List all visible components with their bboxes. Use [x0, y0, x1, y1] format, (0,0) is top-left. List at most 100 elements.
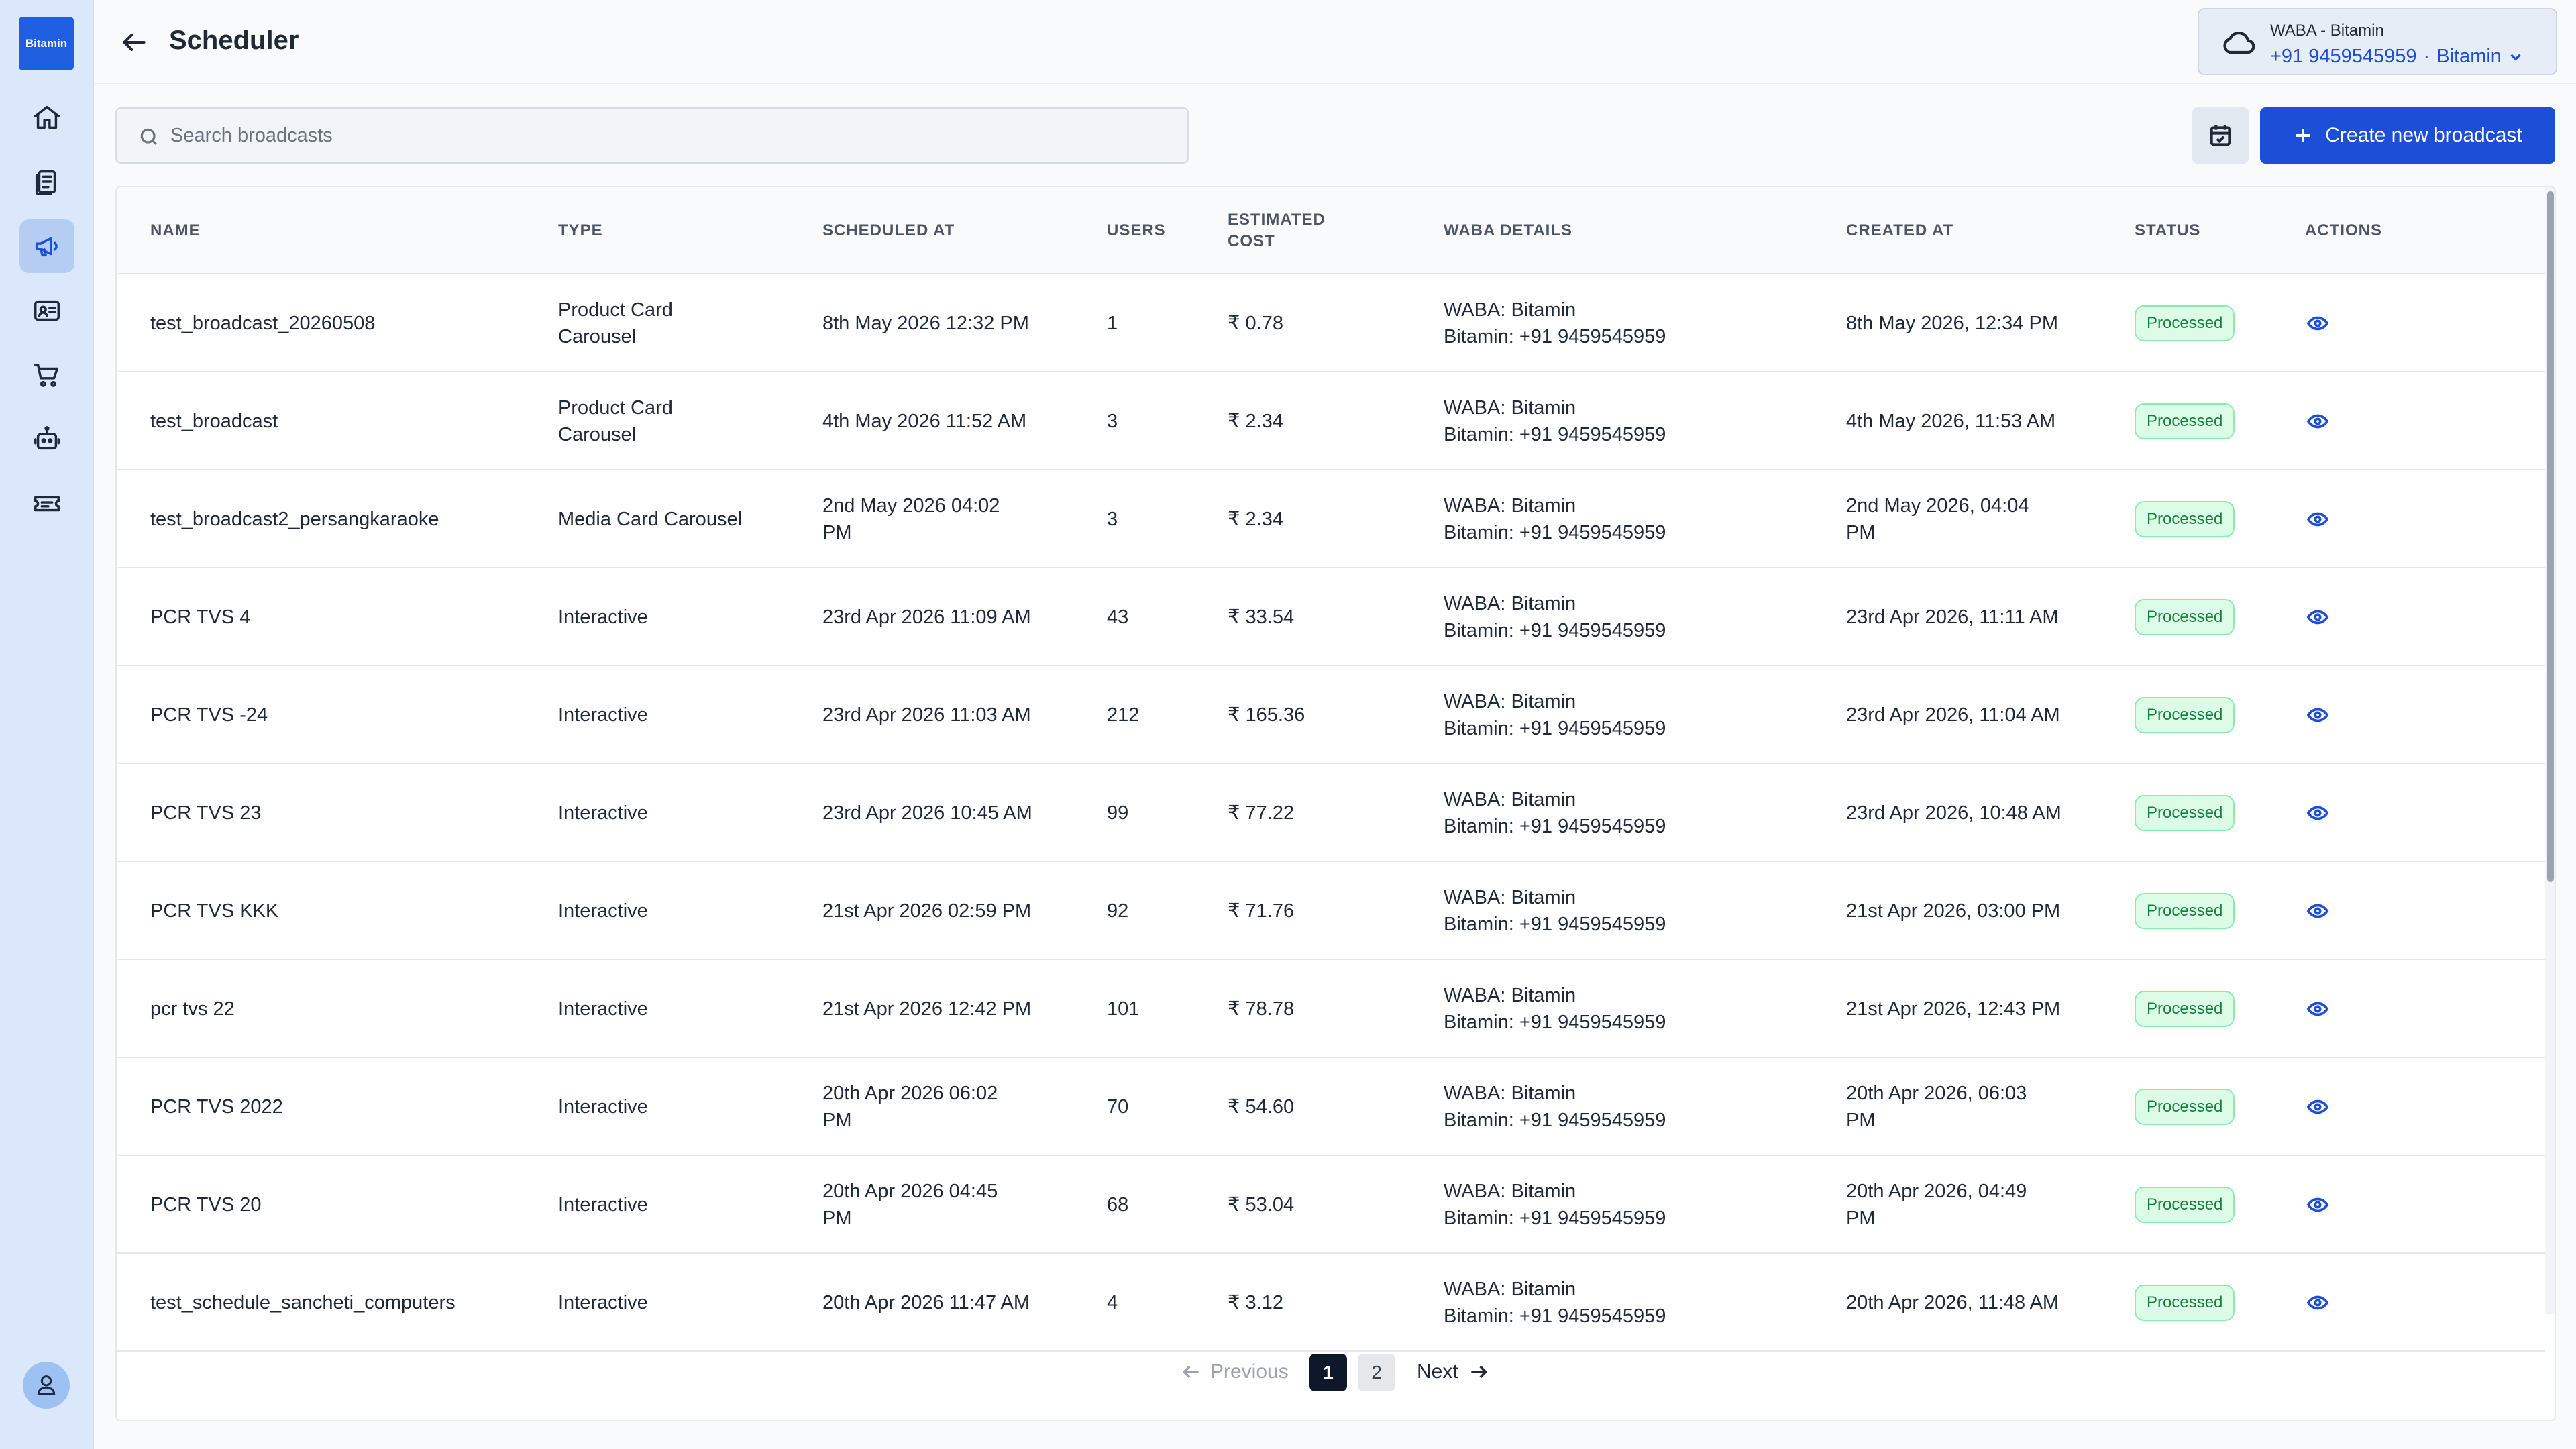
view-button[interactable]: [2306, 568, 2329, 666]
cell-waba-text: WABA: Bitamin: [1444, 396, 1576, 419]
view-button[interactable]: [2306, 274, 2329, 372]
table-row[interactable]: PCR TVS KKK Interactive 21st Apr 2026 02:5…: [117, 862, 2545, 960]
cell-scheduled-text: 23rd Apr 2026 11:09 AM: [822, 606, 1031, 628]
create-broadcast-button[interactable]: Create new broadcast: [2260, 107, 2555, 164]
cell-cost-content: ₹ 54.60: [1228, 1093, 1294, 1120]
cell-users: 212: [1107, 666, 1139, 764]
next-page-button[interactable]: Next: [1417, 1348, 1489, 1395]
page-button-2[interactable]: 2: [1358, 1354, 1395, 1391]
table-row[interactable]: test_broadcast2_persangkaraoke Media Card…: [117, 470, 2545, 568]
view-button[interactable]: [2306, 960, 2329, 1058]
plus-icon: [2296, 129, 2310, 142]
status-badge: Processed: [2135, 697, 2235, 733]
cell-name-content: PCR TVS 2022: [150, 1093, 283, 1120]
view-button[interactable]: [2306, 862, 2329, 960]
column-header-name[interactable]: NAME: [150, 187, 201, 274]
cell-users-content: 3: [1107, 408, 1118, 435]
cell-scheduled-content: 8th May 2026 12:32 PM: [822, 310, 1029, 337]
cell-type: Interactive: [558, 1058, 648, 1156]
sidebar-item-contacts[interactable]: [19, 284, 74, 337]
cell-type-text: Product Card: [558, 299, 673, 321]
waba-account-selector[interactable]: WABA - Bitamin +91 9459545959 · Bitamin: [2198, 8, 2557, 75]
chevron-down-icon[interactable]: [2507, 48, 2524, 66]
sidebar-item-home[interactable]: [19, 91, 74, 144]
cell-waba-text: Bitamin: +91 9459545959: [1444, 914, 1666, 935]
bot-icon: [34, 426, 60, 450]
sidebar-item-tickets[interactable]: [19, 477, 74, 531]
cell-type-text: Interactive: [558, 1095, 648, 1118]
cell-cost-content: ₹ 165.36: [1228, 702, 1305, 729]
broadcasts-table: NAME TYPE SCHEDULED AT USERS ESTIMATED C…: [115, 186, 2556, 1421]
cell-name-content: PCR TVS 23: [150, 800, 261, 826]
previous-page-button[interactable]: Previous: [1181, 1348, 1289, 1395]
cell-waba-text: WABA: Bitamin: [1444, 1180, 1576, 1202]
cell-scheduled: 20th Apr 2026 04:45 PM: [822, 1156, 998, 1254]
view-button[interactable]: [2306, 1254, 2329, 1352]
cell-type-text: Product Card: [558, 396, 673, 419]
app-logo[interactable]: Bitamin: [19, 17, 74, 70]
cell-status: Processed: [2135, 470, 2235, 568]
column-header-users[interactable]: USERS: [1107, 187, 1166, 274]
view-button[interactable]: [2306, 1058, 2329, 1156]
view-button[interactable]: [2306, 666, 2329, 764]
cell-scheduled: 23rd Apr 2026 11:09 AM: [822, 568, 1031, 666]
view-button[interactable]: [2306, 470, 2329, 568]
cell-status: Processed: [2135, 372, 2235, 470]
cell-cost-text: ₹ 71.76: [1228, 900, 1295, 922]
sidebar-item-bots[interactable]: [19, 413, 74, 466]
cell-name-text: PCR TVS 20: [150, 1193, 262, 1216]
search-icon: [140, 128, 157, 145]
sidebar-item-commerce[interactable]: [19, 348, 74, 402]
cell-scheduled-text: 20th Apr 2026 06:02: [822, 1082, 998, 1104]
cell-scheduled-content: 21st Apr 2026 12:42 PM: [822, 996, 1031, 1022]
view-button[interactable]: [2306, 764, 2329, 862]
calendar-filter-button[interactable]: [2192, 107, 2249, 164]
table-row[interactable]: PCR TVS -24 Interactive 23rd Apr 2026 11:0…: [117, 666, 2545, 764]
cell-name-content: test_broadcast2_persangkaraoke: [150, 506, 439, 533]
view-button[interactable]: [2306, 1156, 2329, 1254]
cell-created-content: 23rd Apr 2026, 10:48 AM: [1846, 800, 2061, 826]
back-button[interactable]: [115, 23, 153, 61]
table-row[interactable]: pcr tvs 22 Interactive 21st Apr 2026 12:42…: [117, 960, 2545, 1058]
table-row[interactable]: PCR TVS 4 Interactive 23rd Apr 2026 11:09 …: [117, 568, 2545, 666]
cell-type: Interactive: [558, 862, 648, 960]
column-header-scheduled[interactable]: SCHEDULED AT: [822, 187, 955, 274]
column-header-cost[interactable]: ESTIMATED COST: [1228, 187, 1326, 274]
table-row[interactable]: PCR TVS 20 Interactive 20th Apr 2026 04:45…: [117, 1156, 2545, 1254]
table-row[interactable]: test_broadcast Product Card Carousel 4th Ma…: [117, 372, 2545, 470]
cell-waba: WABA: Bitamin Bitamin: +91 9459545959: [1444, 764, 1666, 862]
cell-name-text: test_broadcast_20260508: [150, 312, 376, 334]
cell-name-content: PCR TVS KKK: [150, 898, 278, 924]
cell-type-content: Media Card Carousel: [558, 506, 742, 533]
cell-users-content: 1: [1107, 310, 1118, 337]
cell-users-content: 101: [1107, 996, 1139, 1022]
cell-type-text: Interactive: [558, 802, 648, 824]
column-header-status[interactable]: STATUS: [2135, 187, 2200, 274]
cell-waba: WABA: Bitamin Bitamin: +91 9459545959: [1444, 470, 1666, 568]
search-input[interactable]: [170, 109, 1177, 162]
sidebar-item-templates[interactable]: [19, 155, 74, 209]
user-avatar[interactable]: [23, 1362, 70, 1409]
table-row[interactable]: PCR TVS 2022 Interactive 20th Apr 2026 06:…: [117, 1058, 2545, 1156]
cell-created-content: 21st Apr 2026, 12:43 PM: [1846, 996, 2060, 1022]
page-button-1[interactable]: 1: [1309, 1354, 1347, 1391]
create-broadcast-label: Create new broadcast: [2325, 124, 2522, 146]
table-row[interactable]: test_schedule_sancheti_computers Interact…: [117, 1254, 2545, 1352]
column-header-created[interactable]: CREATED AT: [1846, 187, 1953, 274]
table-header: NAME TYPE SCHEDULED AT USERS ESTIMATED C…: [117, 187, 2545, 274]
cell-scheduled-content: 20th Apr 2026 11:47 AM: [822, 1289, 1030, 1316]
cell-name-content: test_broadcast_20260508: [150, 310, 375, 337]
scrollbar-thumb[interactable]: [2547, 191, 2554, 882]
table-scrollbar[interactable]: [2545, 187, 2555, 1314]
cell-type: Interactive: [558, 960, 648, 1058]
sidebar-item-broadcasts[interactable]: [19, 219, 74, 273]
table-row[interactable]: PCR TVS 23 Interactive 23rd Apr 2026 10:45…: [117, 764, 2545, 862]
column-header-waba[interactable]: WABA DETAILS: [1444, 187, 1572, 274]
cell-type: Interactive: [558, 1254, 648, 1352]
cell-type-content: Interactive: [558, 1093, 648, 1120]
column-header-type[interactable]: TYPE: [558, 187, 603, 274]
cell-users: 1: [1107, 274, 1118, 372]
view-button[interactable]: [2306, 372, 2329, 470]
cell-status: Processed: [2135, 274, 2235, 372]
table-row[interactable]: test_broadcast_20260508 Product Card Carou…: [117, 274, 2545, 372]
